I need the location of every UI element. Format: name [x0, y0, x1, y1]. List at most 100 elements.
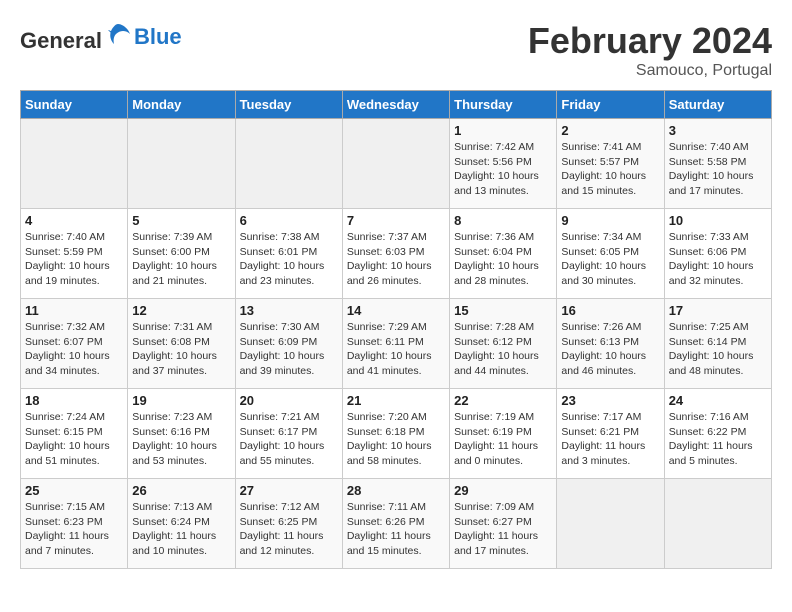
day-number: 26 — [132, 483, 230, 498]
calendar-cell: 24 Sunrise: 7:16 AM Sunset: 6:22 PM Dayli… — [664, 389, 771, 479]
calendar-cell: 22 Sunrise: 7:19 AM Sunset: 6:19 PM Dayli… — [450, 389, 557, 479]
day-number: 23 — [561, 393, 659, 408]
calendar-week-4: 18 Sunrise: 7:24 AM Sunset: 6:15 PM Dayli… — [21, 389, 772, 479]
day-number: 22 — [454, 393, 552, 408]
month-title: February 2024 — [528, 20, 772, 62]
calendar-cell: 12 Sunrise: 7:31 AM Sunset: 6:08 PM Dayli… — [128, 299, 235, 389]
day-number: 25 — [25, 483, 123, 498]
calendar-cell: 19Sunrise: 7:23 AM Sunset: 6:16 PM Dayli… — [128, 389, 235, 479]
day-info: Sunrise: 7:39 AM Sunset: 6:00 PM Dayligh… — [132, 230, 230, 289]
calendar-cell: 10Sunrise: 7:33 AM Sunset: 6:06 PM Dayli… — [664, 209, 771, 299]
day-number: 16 — [561, 303, 659, 318]
day-number: 7 — [347, 213, 445, 228]
day-number: 19 — [132, 393, 230, 408]
day-number: 13 — [240, 303, 338, 318]
calendar-cell: 20 Sunrise: 7:21 AM Sunset: 6:17 PM Dayli… — [235, 389, 342, 479]
calendar-week-1: 1 Sunrise: 7:42 AM Sunset: 5:56 PM Daylig… — [21, 119, 772, 209]
day-info: Sunrise: 7:28 AM Sunset: 6:12 PM Dayligh… — [454, 320, 552, 379]
weekday-header-wednesday: Wednesday — [342, 91, 449, 119]
day-info: Sunrise: 7:38 AM Sunset: 6:01 PM Dayligh… — [240, 230, 338, 289]
calendar-week-2: 4Sunrise: 7:40 AM Sunset: 5:59 PM Daylig… — [21, 209, 772, 299]
day-number: 12 — [132, 303, 230, 318]
calendar-cell: 1 Sunrise: 7:42 AM Sunset: 5:56 PM Daylig… — [450, 119, 557, 209]
day-info: Sunrise: 7:24 AM Sunset: 6:15 PM Dayligh… — [25, 410, 123, 469]
location-subtitle: Samouco, Portugal — [528, 62, 772, 80]
weekday-header-saturday: Saturday — [664, 91, 771, 119]
calendar-week-3: 11 Sunrise: 7:32 AM Sunset: 6:07 PM Dayli… — [21, 299, 772, 389]
day-info: Sunrise: 7:36 AM Sunset: 6:04 PM Dayligh… — [454, 230, 552, 289]
calendar-cell — [235, 119, 342, 209]
title-block: February 2024 Samouco, Portugal — [528, 20, 772, 80]
calendar-cell: 2Sunrise: 7:41 AM Sunset: 5:57 PM Daylig… — [557, 119, 664, 209]
day-info: Sunrise: 7:37 AM Sunset: 6:03 PM Dayligh… — [347, 230, 445, 289]
day-info: Sunrise: 7:29 AM Sunset: 6:11 PM Dayligh… — [347, 320, 445, 379]
calendar-cell: 14 Sunrise: 7:29 AM Sunset: 6:11 PM Dayli… — [342, 299, 449, 389]
calendar-week-5: 25 Sunrise: 7:15 AM Sunset: 6:23 PM Dayli… — [21, 479, 772, 569]
calendar-cell — [664, 479, 771, 569]
calendar-cell: 3Sunrise: 7:40 AM Sunset: 5:58 PM Daylig… — [664, 119, 771, 209]
calendar-cell: 15 Sunrise: 7:28 AM Sunset: 6:12 PM Dayli… — [450, 299, 557, 389]
calendar-cell: 13 Sunrise: 7:30 AM Sunset: 6:09 PM Dayli… — [235, 299, 342, 389]
day-info: Sunrise: 7:42 AM Sunset: 5:56 PM Dayligh… — [454, 140, 552, 199]
logo: General Blue — [20, 20, 182, 53]
day-info: Sunrise: 7:33 AM Sunset: 6:06 PM Dayligh… — [669, 230, 767, 289]
calendar-cell: 29 Sunrise: 7:09 AM Sunset: 6:27 PM Dayli… — [450, 479, 557, 569]
day-number: 11 — [25, 303, 123, 318]
day-info: Sunrise: 7:09 AM Sunset: 6:27 PM Dayligh… — [454, 500, 552, 559]
day-info: Sunrise: 7:19 AM Sunset: 6:19 PM Dayligh… — [454, 410, 552, 469]
day-number: 9 — [561, 213, 659, 228]
page-header: General Blue February 2024 Samouco, Port… — [20, 20, 772, 80]
calendar-cell: 16 Sunrise: 7:26 AM Sunset: 6:13 PM Dayli… — [557, 299, 664, 389]
day-info: Sunrise: 7:34 AM Sunset: 6:05 PM Dayligh… — [561, 230, 659, 289]
day-info: Sunrise: 7:11 AM Sunset: 6:26 PM Dayligh… — [347, 500, 445, 559]
day-number: 21 — [347, 393, 445, 408]
day-info: Sunrise: 7:31 AM Sunset: 6:08 PM Dayligh… — [132, 320, 230, 379]
day-number: 20 — [240, 393, 338, 408]
calendar-cell — [21, 119, 128, 209]
calendar-cell: 8Sunrise: 7:36 AM Sunset: 6:04 PM Daylig… — [450, 209, 557, 299]
day-info: Sunrise: 7:12 AM Sunset: 6:25 PM Dayligh… — [240, 500, 338, 559]
day-info: Sunrise: 7:17 AM Sunset: 6:21 PM Dayligh… — [561, 410, 659, 469]
calendar-cell: 9 Sunrise: 7:34 AM Sunset: 6:05 PM Daylig… — [557, 209, 664, 299]
day-number: 5 — [132, 213, 230, 228]
logo-bird-icon — [104, 20, 132, 48]
calendar-cell: 28Sunrise: 7:11 AM Sunset: 6:26 PM Dayli… — [342, 479, 449, 569]
calendar-cell — [342, 119, 449, 209]
calendar-cell: 18 Sunrise: 7:24 AM Sunset: 6:15 PM Dayli… — [21, 389, 128, 479]
day-number: 2 — [561, 123, 659, 138]
day-number: 24 — [669, 393, 767, 408]
day-number: 15 — [454, 303, 552, 318]
calendar-cell: 27 Sunrise: 7:12 AM Sunset: 6:25 PM Dayli… — [235, 479, 342, 569]
day-info: Sunrise: 7:16 AM Sunset: 6:22 PM Dayligh… — [669, 410, 767, 469]
logo-general: General — [20, 28, 102, 53]
day-number: 27 — [240, 483, 338, 498]
calendar-cell — [557, 479, 664, 569]
calendar-cell: 6Sunrise: 7:38 AM Sunset: 6:01 PM Daylig… — [235, 209, 342, 299]
day-number: 29 — [454, 483, 552, 498]
day-info: Sunrise: 7:32 AM Sunset: 6:07 PM Dayligh… — [25, 320, 123, 379]
day-info: Sunrise: 7:13 AM Sunset: 6:24 PM Dayligh… — [132, 500, 230, 559]
day-info: Sunrise: 7:40 AM Sunset: 5:59 PM Dayligh… — [25, 230, 123, 289]
weekday-header-tuesday: Tuesday — [235, 91, 342, 119]
calendar-cell: 11 Sunrise: 7:32 AM Sunset: 6:07 PM Dayli… — [21, 299, 128, 389]
day-info: Sunrise: 7:20 AM Sunset: 6:18 PM Dayligh… — [347, 410, 445, 469]
calendar-cell: 5 Sunrise: 7:39 AM Sunset: 6:00 PM Daylig… — [128, 209, 235, 299]
day-info: Sunrise: 7:21 AM Sunset: 6:17 PM Dayligh… — [240, 410, 338, 469]
day-number: 14 — [347, 303, 445, 318]
day-info: Sunrise: 7:40 AM Sunset: 5:58 PM Dayligh… — [669, 140, 767, 199]
weekday-header-thursday: Thursday — [450, 91, 557, 119]
day-number: 1 — [454, 123, 552, 138]
day-info: Sunrise: 7:26 AM Sunset: 6:13 PM Dayligh… — [561, 320, 659, 379]
day-info: Sunrise: 7:15 AM Sunset: 6:23 PM Dayligh… — [25, 500, 123, 559]
day-number: 17 — [669, 303, 767, 318]
day-info: Sunrise: 7:25 AM Sunset: 6:14 PM Dayligh… — [669, 320, 767, 379]
calendar-cell: 7 Sunrise: 7:37 AM Sunset: 6:03 PM Daylig… — [342, 209, 449, 299]
day-info: Sunrise: 7:30 AM Sunset: 6:09 PM Dayligh… — [240, 320, 338, 379]
calendar-cell: 21 Sunrise: 7:20 AM Sunset: 6:18 PM Dayli… — [342, 389, 449, 479]
calendar-table: SundayMondayTuesdayWednesdayThursdayFrid… — [20, 90, 772, 569]
calendar-cell: 17 Sunrise: 7:25 AM Sunset: 6:14 PM Dayli… — [664, 299, 771, 389]
calendar-cell — [128, 119, 235, 209]
calendar-cell: 23 Sunrise: 7:17 AM Sunset: 6:21 PM Dayli… — [557, 389, 664, 479]
day-number: 18 — [25, 393, 123, 408]
logo-blue: Blue — [134, 25, 182, 49]
